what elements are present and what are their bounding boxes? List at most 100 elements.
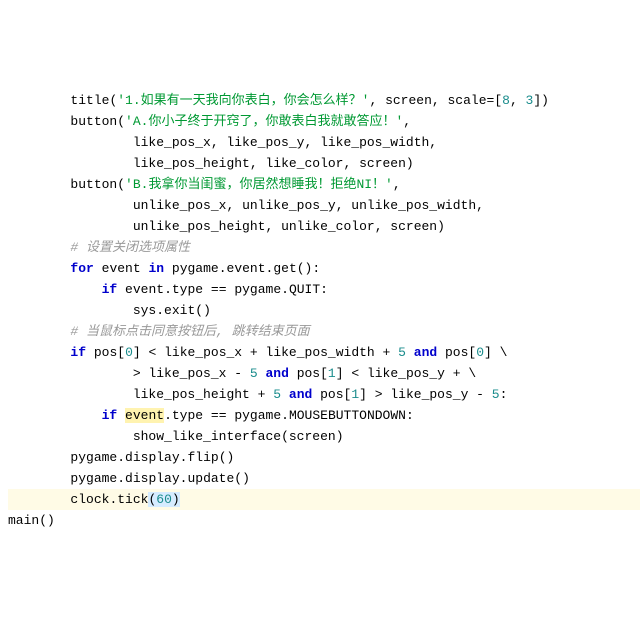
code-token: ) bbox=[406, 156, 414, 171]
code-token: 0 bbox=[476, 345, 484, 360]
code-token: , bbox=[432, 93, 448, 108]
code-token: + bbox=[242, 345, 265, 360]
code-token: unlike_pos_height bbox=[133, 219, 266, 234]
code-token: ] > bbox=[359, 387, 390, 402]
code-token: for bbox=[70, 261, 93, 276]
code-token bbox=[94, 261, 102, 276]
code-token: screen bbox=[289, 429, 336, 444]
code-line[interactable]: # 当鼠标点击同意按钮后, 跳转结束页面 bbox=[8, 321, 640, 342]
code-token: , bbox=[343, 156, 359, 171]
code-token: . bbox=[117, 450, 125, 465]
code-token bbox=[281, 387, 289, 402]
code-token: like_pos_height bbox=[133, 156, 250, 171]
code-token: ] \ bbox=[484, 345, 507, 360]
code-token: like_pos_y bbox=[367, 366, 445, 381]
code-token: + bbox=[375, 345, 398, 360]
code-token: unlike_pos_y bbox=[242, 198, 336, 213]
code-token: - bbox=[226, 366, 249, 381]
code-token bbox=[289, 366, 297, 381]
code-line[interactable]: title('1.如果有一天我向你表白，你会怎么样？', screen, sca… bbox=[8, 90, 640, 111]
code-line[interactable]: pygame.display.flip() bbox=[8, 447, 640, 468]
code-token: 60 bbox=[156, 492, 172, 507]
code-line[interactable]: show_like_interface(screen) bbox=[8, 426, 640, 447]
code-token: clock bbox=[70, 492, 109, 507]
code-token: =[ bbox=[487, 93, 503, 108]
code-line[interactable]: for event in pygame.event.get(): bbox=[8, 258, 640, 279]
code-token: 0 bbox=[125, 345, 133, 360]
code-line[interactable]: if pos[0] < like_pos_x + like_pos_width … bbox=[8, 342, 640, 363]
code-token: # 当鼠标点击同意按钮后, 跳转结束页面 bbox=[70, 324, 309, 339]
code-token: and bbox=[265, 366, 288, 381]
code-token bbox=[437, 345, 445, 360]
code-token: show_like_interface bbox=[133, 429, 281, 444]
code-token: == bbox=[203, 282, 234, 297]
code-token: main bbox=[8, 513, 39, 528]
code-token: () bbox=[234, 471, 250, 486]
code-line[interactable]: # 设置关闭选项属性 bbox=[8, 237, 640, 258]
code-token: button bbox=[70, 177, 117, 192]
code-token: : bbox=[320, 282, 328, 297]
code-token: 5 bbox=[250, 366, 258, 381]
code-token bbox=[312, 387, 320, 402]
code-token: () bbox=[219, 450, 235, 465]
code-token: . bbox=[281, 282, 289, 297]
code-line[interactable]: main() bbox=[8, 510, 640, 531]
code-token: sys bbox=[133, 303, 156, 318]
code-line[interactable]: like_pos_height, like_color, screen) bbox=[8, 153, 640, 174]
code-token: pygame bbox=[234, 408, 281, 423]
code-line[interactable]: button('B.我拿你当闺蜜，你居然想睡我！拒绝NI！', bbox=[8, 174, 640, 195]
code-line[interactable]: button('A.你小子终于开窍了，你敢表白我就敢答应！', bbox=[8, 111, 640, 132]
code-token: 'A.你小子终于开窍了，你敢表白我就敢答应！' bbox=[125, 114, 403, 129]
code-line[interactable]: clock.tick(60) bbox=[8, 489, 640, 510]
code-token: ( bbox=[117, 114, 125, 129]
code-line[interactable]: pygame.display.update() bbox=[8, 468, 640, 489]
code-token: unlike_pos_x bbox=[133, 198, 227, 213]
code-token bbox=[117, 282, 125, 297]
code-token: . bbox=[281, 408, 289, 423]
code-line[interactable]: unlike_pos_x, unlike_pos_y, unlike_pos_w… bbox=[8, 195, 640, 216]
code-token: pygame bbox=[234, 282, 281, 297]
code-token: pos bbox=[94, 345, 117, 360]
code-line[interactable]: like_pos_x, like_pos_y, like_pos_width, bbox=[8, 132, 640, 153]
code-token: pos bbox=[445, 345, 468, 360]
code-token: like_color bbox=[265, 156, 343, 171]
code-token: 'B.我拿你当闺蜜，你居然想睡我！拒绝NI！' bbox=[125, 177, 393, 192]
code-token: event bbox=[125, 282, 164, 297]
code-token: get bbox=[273, 261, 296, 276]
code-line[interactable]: > like_pos_x - 5 and pos[1] < like_pos_y… bbox=[8, 363, 640, 384]
code-token: like_pos_width bbox=[266, 345, 375, 360]
code-token: pos bbox=[297, 366, 320, 381]
code-token: if bbox=[70, 345, 86, 360]
code-token: . bbox=[219, 261, 227, 276]
code-editor[interactable]: title('1.如果有一天我向你表白，你会怎么样？', screen, sca… bbox=[0, 84, 640, 537]
code-token: 1 bbox=[328, 366, 336, 381]
code-token: like_pos_x bbox=[164, 345, 242, 360]
code-line[interactable]: unlike_pos_height, unlike_color, screen) bbox=[8, 216, 640, 237]
code-token: like_pos_width bbox=[320, 135, 429, 150]
code-line[interactable]: sys.exit() bbox=[8, 300, 640, 321]
code-token: update bbox=[187, 471, 234, 486]
code-line[interactable]: if event.type == pygame.QUIT: bbox=[8, 279, 640, 300]
code-token: display bbox=[125, 471, 180, 486]
code-line[interactable]: like_pos_height + 5 and pos[1] > like_po… bbox=[8, 384, 640, 405]
code-token: ( bbox=[281, 429, 289, 444]
code-token: if bbox=[102, 408, 118, 423]
code-token: == bbox=[203, 408, 234, 423]
code-token: like_pos_y bbox=[390, 387, 468, 402]
code-token: and bbox=[414, 345, 437, 360]
code-token: ]) bbox=[533, 93, 549, 108]
code-token: , bbox=[226, 198, 242, 213]
code-token: [ bbox=[117, 345, 125, 360]
code-token: like_pos_x bbox=[148, 366, 226, 381]
code-token: exit bbox=[164, 303, 195, 318]
code-token: 5 bbox=[492, 387, 500, 402]
code-token: like_pos_x bbox=[133, 135, 211, 150]
code-token: QUIT bbox=[289, 282, 320, 297]
code-token: in bbox=[148, 261, 164, 276]
code-token: [ bbox=[320, 366, 328, 381]
code-token: event bbox=[125, 408, 164, 423]
code-line[interactable]: if event.type == pygame.MOUSEBUTTONDOWN: bbox=[8, 405, 640, 426]
code-token bbox=[406, 345, 414, 360]
code-token: 1 bbox=[351, 387, 359, 402]
code-token: MOUSEBUTTONDOWN bbox=[289, 408, 406, 423]
